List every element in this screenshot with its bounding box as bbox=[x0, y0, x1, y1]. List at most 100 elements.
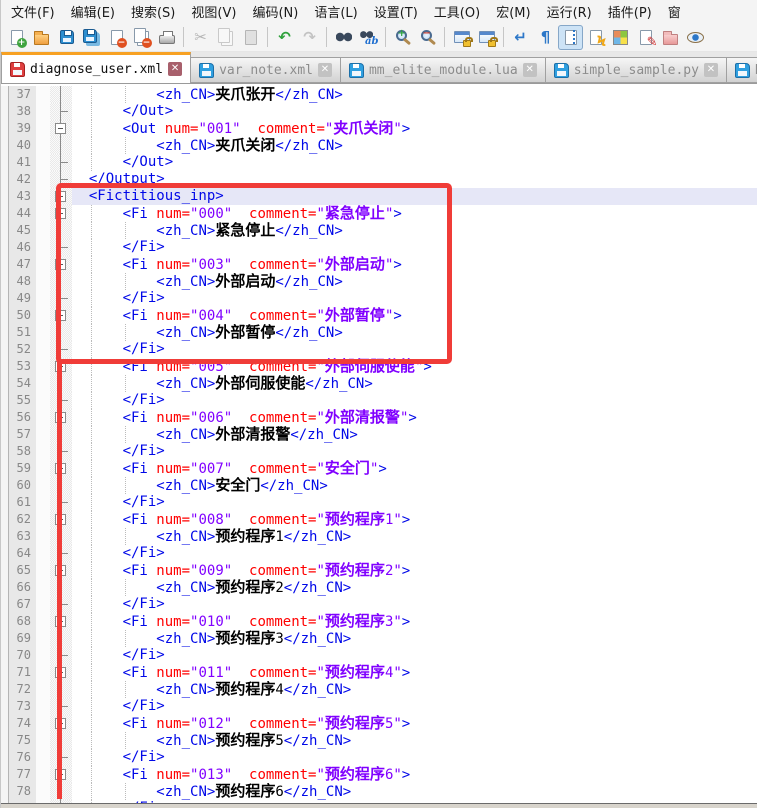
code-text[interactable]: </Out> bbox=[72, 103, 757, 120]
print-icon[interactable] bbox=[154, 25, 179, 50]
menu-item-file[interactable]: 文件(F) bbox=[3, 0, 63, 23]
code-text[interactable]: </Fi> bbox=[72, 341, 757, 358]
code-text[interactable]: </Fi> bbox=[72, 290, 757, 307]
tab-close-icon[interactable]: ✕ bbox=[523, 63, 537, 77]
code-text[interactable]: </Fi> bbox=[72, 545, 757, 562]
fold-collapse-icon[interactable] bbox=[55, 361, 66, 372]
code-text[interactable]: <zh_CN>预约程序2</zh_CN> bbox=[72, 579, 757, 596]
fold-collapse-icon[interactable] bbox=[55, 259, 66, 270]
menu-item-edit[interactable]: 编辑(E) bbox=[63, 0, 123, 23]
close-icon[interactable]: − bbox=[104, 25, 129, 50]
code-text[interactable]: <zh_CN>预约程序4</zh_CN> bbox=[72, 681, 757, 698]
menu-item-run[interactable]: 运行(R) bbox=[539, 0, 600, 23]
tab-close-icon[interactable]: ✕ bbox=[168, 62, 182, 76]
tab-close-icon[interactable]: ✕ bbox=[318, 63, 332, 77]
menu-item-macro[interactable]: 宏(M) bbox=[488, 0, 538, 23]
fold-collapse-icon[interactable] bbox=[55, 310, 66, 321]
sync-horizontal-scroll-icon[interactable] bbox=[474, 25, 499, 50]
code-text[interactable]: </Fi> bbox=[72, 698, 757, 715]
menu-item-plugins[interactable]: 插件(P) bbox=[600, 0, 660, 23]
code-text[interactable]: </Fi> bbox=[72, 596, 757, 613]
code-text[interactable]: <Fi num="000" comment="紧急停止"> bbox=[72, 205, 757, 222]
code-text[interactable]: <zh_CN>夹爪张开</zh_CN> bbox=[72, 86, 757, 103]
menu-item-encoding[interactable]: 编码(N) bbox=[244, 0, 306, 23]
code-text[interactable]: </Fi> bbox=[72, 443, 757, 460]
menu-item-window[interactable]: 窗 bbox=[660, 0, 689, 23]
replace-icon[interactable]: ab bbox=[356, 25, 381, 50]
show-all-characters-icon[interactable]: ¶ bbox=[533, 25, 558, 50]
tab-close-icon[interactable]: ✕ bbox=[704, 63, 718, 77]
code-text[interactable]: <Fi num="013" comment="预约程序6"> bbox=[72, 766, 757, 783]
code-text[interactable]: <Fi num="010" comment="预约程序3"> bbox=[72, 613, 757, 630]
find-icon[interactable] bbox=[331, 25, 356, 50]
code-text[interactable]: <zh_CN>预约程序3</zh_CN> bbox=[72, 630, 757, 647]
code-text[interactable]: <zh_CN>紧急停止</zh_CN> bbox=[72, 222, 757, 239]
fold-collapse-icon[interactable] bbox=[55, 616, 66, 627]
menu-item-language[interactable]: 语言(L) bbox=[306, 0, 365, 23]
code-text[interactable]: <Fi num="007" comment="安全门"> bbox=[72, 460, 757, 477]
fold-collapse-icon[interactable] bbox=[55, 208, 66, 219]
zoom-in-icon[interactable]: + bbox=[390, 25, 415, 50]
close-all-icon[interactable]: − bbox=[129, 25, 154, 50]
tab-rob-truncated[interactable]: Rob✕ bbox=[727, 57, 757, 83]
code-text[interactable]: <Fi num="005" comment="外部伺服使能"> bbox=[72, 358, 757, 375]
code-text[interactable]: <zh_CN>预约程序1</zh_CN> bbox=[72, 528, 757, 545]
fold-collapse-icon[interactable] bbox=[55, 463, 66, 474]
code-text[interactable]: <Fi num="011" comment="预约程序4"> bbox=[72, 664, 757, 681]
fold-collapse-icon[interactable] bbox=[55, 123, 66, 134]
fold-collapse-icon[interactable] bbox=[55, 514, 66, 525]
fold-collapse-icon[interactable] bbox=[55, 412, 66, 423]
code-text[interactable]: <zh_CN>外部暂停</zh_CN> bbox=[72, 324, 757, 341]
code-text[interactable]: </Out> bbox=[72, 154, 757, 171]
cut-icon[interactable]: ✂ bbox=[188, 25, 213, 50]
tab-diagnose-user-xml[interactable]: diagnose_user.xml✕ bbox=[1, 52, 191, 84]
fold-collapse-icon[interactable] bbox=[55, 191, 66, 202]
code-text[interactable]: <zh_CN>外部启动</zh_CN> bbox=[72, 273, 757, 290]
folder-as-workspace-icon[interactable] bbox=[658, 25, 683, 50]
fold-collapse-icon[interactable] bbox=[55, 718, 66, 729]
code-text[interactable]: </Output> bbox=[72, 171, 757, 188]
fold-collapse-icon[interactable] bbox=[55, 769, 66, 780]
menu-item-settings[interactable]: 设置(T) bbox=[366, 0, 426, 23]
save-all-icon[interactable] bbox=[79, 25, 104, 50]
menu-item-search[interactable]: 搜索(S) bbox=[123, 0, 183, 23]
code-text[interactable]: <Out num="001" comment="夹爪关闭"> bbox=[72, 120, 757, 137]
code-text[interactable]: </Fi> bbox=[72, 392, 757, 409]
fold-collapse-icon[interactable] bbox=[55, 565, 66, 576]
code-text[interactable]: <zh_CN>外部清报警</zh_CN> bbox=[72, 426, 757, 443]
copy-icon[interactable] bbox=[213, 25, 238, 50]
code-text[interactable]: <zh_CN>安全门</zh_CN> bbox=[72, 477, 757, 494]
code-text[interactable]: </Fi> bbox=[72, 494, 757, 511]
code-editor[interactable]: 37 <zh_CN>夹爪张开</zh_CN>38 </Out>39 <Out n… bbox=[1, 84, 757, 803]
open-file-icon[interactable] bbox=[29, 25, 54, 50]
code-text[interactable]: <Fictitious_inp> bbox=[72, 188, 757, 205]
indent-guide-icon[interactable] bbox=[558, 25, 583, 50]
sync-vertical-scroll-icon[interactable] bbox=[449, 25, 474, 50]
code-text[interactable]: </Fi> bbox=[72, 647, 757, 664]
code-text[interactable]: <Fi num="004" comment="外部暂停"> bbox=[72, 307, 757, 324]
code-text[interactable]: <Fi num="006" comment="外部清报警"> bbox=[72, 409, 757, 426]
code-text[interactable]: </Fi> bbox=[72, 239, 757, 256]
zoom-out-icon[interactable]: − bbox=[415, 25, 440, 50]
code-text[interactable]: <Fi num="003" comment="外部启动"> bbox=[72, 256, 757, 273]
code-text[interactable]: <zh_CN>预约程序5</zh_CN> bbox=[72, 732, 757, 749]
word-wrap-icon[interactable]: ↵ bbox=[508, 25, 533, 50]
monitoring-icon[interactable] bbox=[683, 25, 708, 50]
code-text[interactable]: <zh_CN>预约程序6</zh_CN> bbox=[72, 783, 757, 800]
menu-item-tools[interactable]: 工具(O) bbox=[426, 0, 488, 23]
new-file-icon[interactable]: + bbox=[4, 25, 29, 50]
paste-icon[interactable] bbox=[238, 25, 263, 50]
undo-icon[interactable]: ↶ bbox=[272, 25, 297, 50]
tab-var-note-xml[interactable]: var_note.xml✕ bbox=[191, 57, 341, 83]
document-map-icon[interactable] bbox=[608, 25, 633, 50]
tab-mm-elite-module-lua[interactable]: mm_elite_module.lua✕ bbox=[341, 57, 546, 83]
define-language-icon[interactable]: ✎ bbox=[633, 25, 658, 50]
tab-simple-sample-py[interactable]: simple_sample.py✕ bbox=[546, 57, 727, 83]
save-icon[interactable] bbox=[54, 25, 79, 50]
code-text[interactable]: <Fi num="009" comment="预约程序2"> bbox=[72, 562, 757, 579]
code-text[interactable]: <Fi num="012" comment="预约程序5"> bbox=[72, 715, 757, 732]
code-text[interactable]: <zh_CN>夹爪关闭</zh_CN> bbox=[72, 137, 757, 154]
redo-icon[interactable]: ↷ bbox=[297, 25, 322, 50]
menu-item-view[interactable]: 视图(V) bbox=[183, 0, 244, 23]
code-text[interactable]: <Fi num="008" comment="预约程序1"> bbox=[72, 511, 757, 528]
